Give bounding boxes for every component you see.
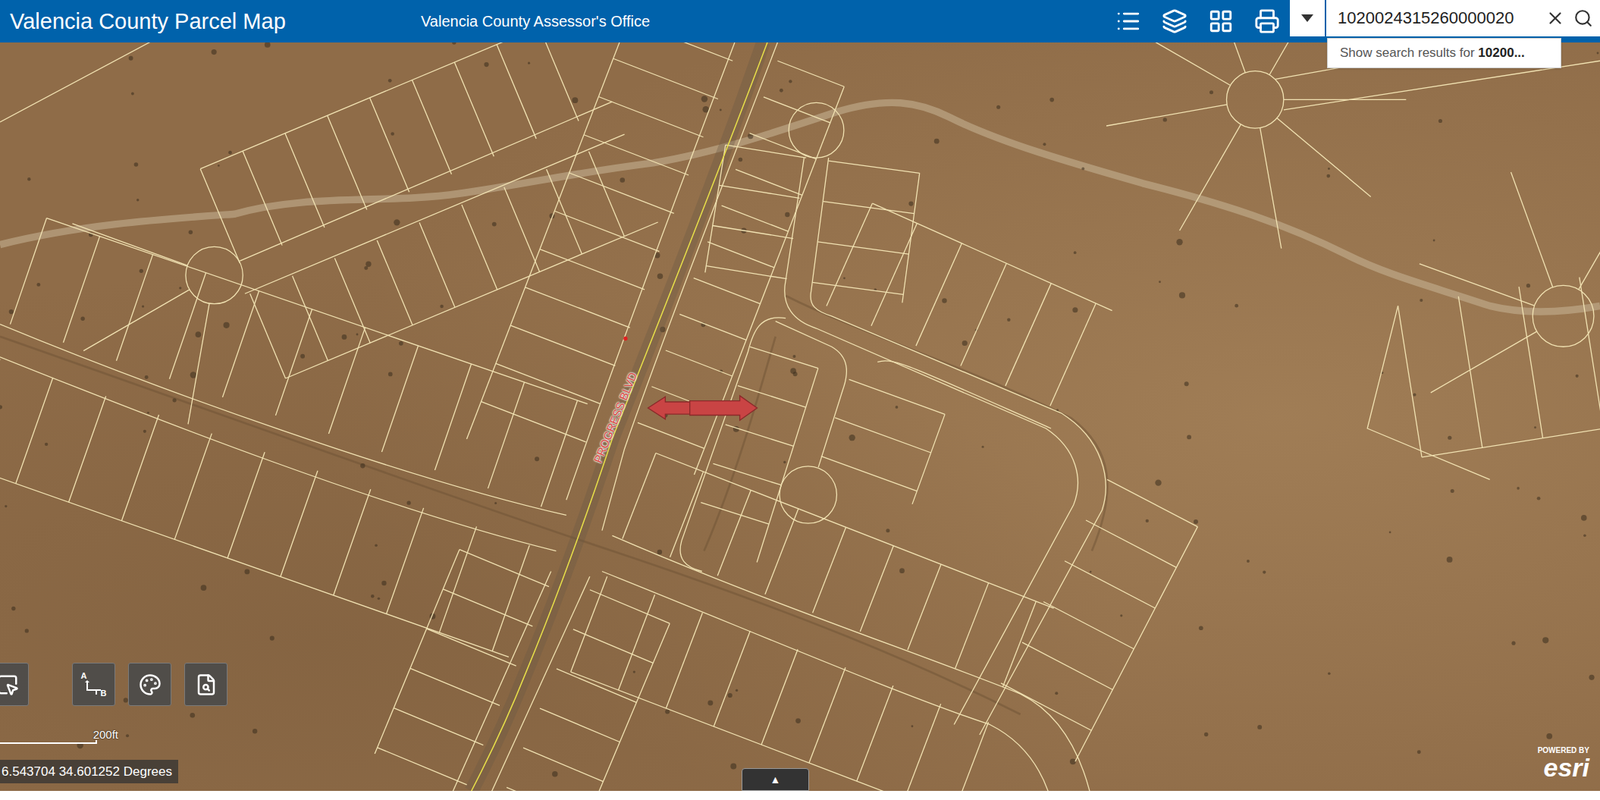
grid-icon [1207,8,1234,35]
select-icon [0,673,19,697]
app: Valencia County Parcel Map Valencia Count… [0,0,1600,800]
file-search-icon [194,673,218,697]
directions-tool-button[interactable]: AB [72,662,116,706]
legend-button[interactable] [1104,0,1152,43]
road-centerline [471,42,768,791]
search-input[interactable] [1326,0,1544,37]
app-title: Valencia County Parcel Map [9,10,286,33]
palette-icon [138,673,162,697]
coordinates-display: 6.543704 34.601252 Degrees [0,759,179,784]
top-bar: Valencia County Parcel Map Valencia Count… [0,0,1600,43]
list-icon [1115,8,1142,35]
directions-icon: AB [81,671,107,698]
query-tool-button[interactable] [184,662,228,706]
layers-icon [1161,8,1188,35]
search-icon [1573,8,1594,29]
layers-button[interactable] [1151,0,1198,43]
search-source-dropdown[interactable] [1289,0,1325,37]
search-bar [1289,0,1600,37]
map-view[interactable]: PROGRESS BLVDAB200ft6.543704 34.601252 D… [0,42,1600,791]
location-dot [623,336,628,341]
dropdown-arrow-icon [1300,13,1315,23]
search-suggestion[interactable]: Show search results for 10200... [1327,37,1562,69]
symbology-tool-button[interactable] [128,662,172,706]
esri-logo: esri [1543,754,1591,781]
map-tools: AB [72,662,228,706]
print-button[interactable] [1243,0,1290,43]
esri-attribution: POWERED BYesri [1537,746,1590,781]
parcel-arrow-icon[interactable] [647,395,757,421]
panel-toggle-button[interactable]: ▲ [741,768,810,791]
select-tool-button[interactable] [0,662,29,706]
scale-bar: 200ft [0,728,122,744]
search-button[interactable] [1566,8,1600,29]
bottom-strip [0,790,1600,800]
basemap-button[interactable] [1197,0,1244,43]
printer-icon [1254,8,1280,35]
clear-search-button[interactable] [1543,8,1567,29]
app-subtitle: Valencia County Assessor's Office [420,13,650,29]
parcel-map-canvas[interactable] [0,42,1600,791]
close-icon [1545,8,1566,29]
